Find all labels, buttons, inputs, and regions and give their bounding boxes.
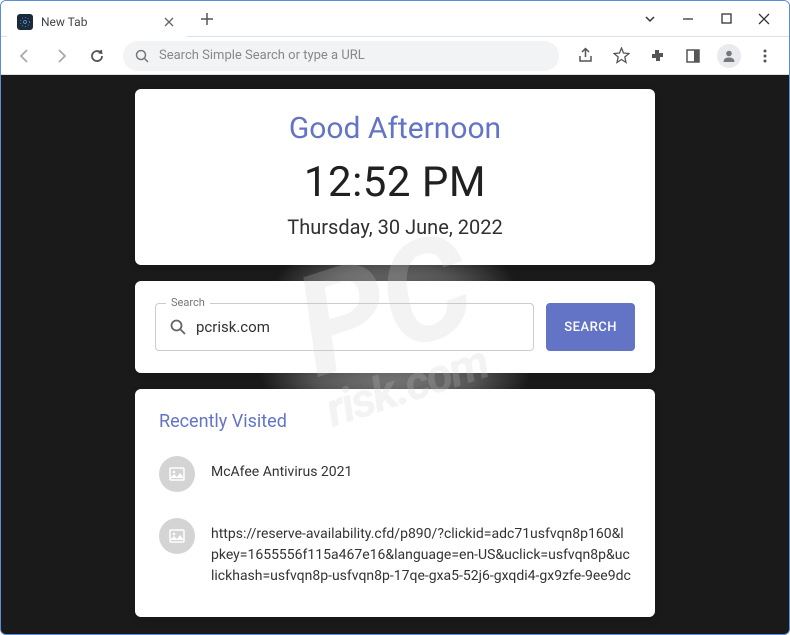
search-button[interactable]: SEARCH xyxy=(546,303,635,351)
tab-title: New Tab xyxy=(41,15,153,29)
omnibox-placeholder: Search Simple Search or type a URL xyxy=(159,48,547,63)
window-titlebar: New Tab xyxy=(1,1,789,37)
share-icon[interactable] xyxy=(569,40,601,72)
scroll-area[interactable]: Good Afternoon 12:52 PM Thursday, 30 Jun… xyxy=(1,75,789,634)
close-icon[interactable] xyxy=(161,14,177,30)
clock-date: Thursday, 30 June, 2022 xyxy=(155,215,635,239)
address-bar[interactable]: Search Simple Search or type a URL xyxy=(123,41,559,71)
reload-button[interactable] xyxy=(81,40,113,72)
search-icon xyxy=(170,319,186,335)
greeting-card: Good Afternoon 12:52 PM Thursday, 30 Jun… xyxy=(135,89,655,265)
back-button[interactable] xyxy=(9,40,41,72)
clock-time: 12:52 PM xyxy=(155,158,635,207)
greeting-text: Good Afternoon xyxy=(155,111,635,146)
new-tab-button[interactable] xyxy=(193,5,221,33)
image-placeholder-icon xyxy=(159,456,195,492)
forward-button[interactable] xyxy=(45,40,77,72)
close-window-button[interactable] xyxy=(747,5,781,33)
recently-visited-title: Recently Visited xyxy=(159,411,631,432)
tab-favicon-icon xyxy=(17,14,33,30)
list-item[interactable]: McAfee Antivirus 2021 xyxy=(159,454,631,492)
side-panel-icon[interactable] xyxy=(677,40,709,72)
search-icon xyxy=(135,49,149,63)
recently-visited-card: Recently Visited McAfee Antivirus 2021 h… xyxy=(135,389,655,617)
menu-icon[interactable] xyxy=(749,40,781,72)
page-content: Good Afternoon 12:52 PM Thursday, 30 Jun… xyxy=(1,75,789,634)
image-placeholder-icon xyxy=(159,518,195,554)
recent-item-label: McAfee Antivirus 2021 xyxy=(211,454,352,483)
maximize-button[interactable] xyxy=(709,5,743,33)
tab-strip: New Tab xyxy=(1,1,633,36)
search-card: Search SEARCH xyxy=(135,281,655,373)
bookmark-star-icon[interactable] xyxy=(605,40,637,72)
window-controls xyxy=(633,5,789,33)
browser-tab[interactable]: New Tab xyxy=(7,7,187,37)
minimize-button[interactable] xyxy=(671,5,705,33)
recent-item-label: https://reserve-availability.cfd/p890/?c… xyxy=(211,516,631,587)
search-input[interactable] xyxy=(196,318,519,336)
list-item[interactable]: https://reserve-availability.cfd/p890/?c… xyxy=(159,516,631,587)
search-field[interactable]: Search xyxy=(155,303,534,351)
browser-toolbar: Search Simple Search or type a URL xyxy=(1,37,789,75)
extensions-icon[interactable] xyxy=(641,40,673,72)
search-field-label: Search xyxy=(166,296,210,309)
profile-avatar[interactable] xyxy=(717,44,741,68)
chevron-down-icon[interactable] xyxy=(633,5,667,33)
browser-window: New Tab xyxy=(0,0,790,635)
